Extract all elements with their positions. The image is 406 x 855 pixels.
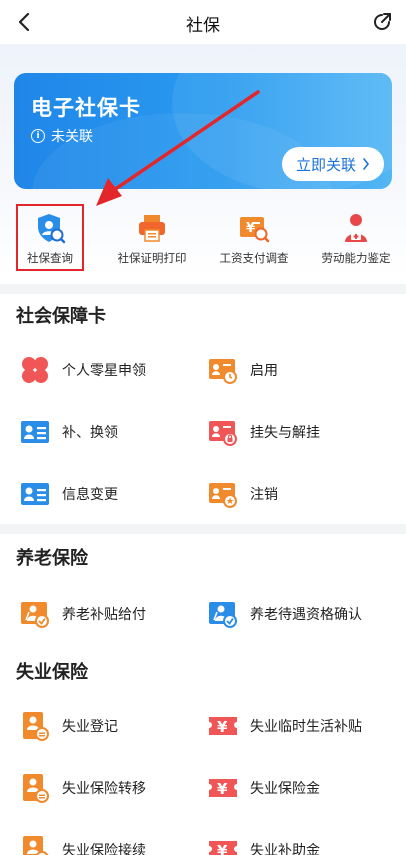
service-cancel[interactable]: 注销: [208, 476, 278, 512]
section-divider: [0, 284, 406, 294]
quick-label: 劳动能力鉴定: [321, 251, 391, 265]
service-unemployment-register[interactable]: 失业登记: [20, 708, 118, 744]
printer-icon: [139, 215, 165, 242]
card-clock-icon: [209, 359, 237, 384]
card-lock-icon: [209, 421, 237, 446]
quick-certificate-print[interactable]: 社保证明打印: [102, 200, 202, 276]
card-title: 电子社保卡: [31, 96, 141, 120]
person-doc-icon: [23, 712, 49, 741]
service-activate[interactable]: 启用: [208, 352, 278, 388]
elder-verify-icon: [209, 602, 237, 628]
highlight-box: [16, 204, 84, 271]
elder-check-icon: [21, 602, 49, 628]
medical-person-icon: [345, 214, 367, 242]
section-divider: [0, 524, 406, 534]
service-label: 失业登记: [62, 719, 118, 735]
svg-text:¥: ¥: [217, 780, 228, 798]
quick-label: 社保证明打印: [117, 251, 187, 265]
card-status: i 未关联: [31, 126, 93, 146]
svg-text:¥: ¥: [217, 718, 228, 736]
service-label: 补、换领: [62, 425, 118, 441]
quick-label: 工资支付调查: [219, 251, 289, 265]
service-label: 失业补助金: [250, 843, 320, 855]
section-title-social-security-card: 社会保障卡: [16, 306, 106, 327]
e-social-security-card[interactable]: 电子社保卡 i 未关联 立即关联: [14, 73, 392, 189]
service-label: 失业保险接续: [62, 843, 146, 855]
service-label: 个人零星申领: [62, 363, 146, 379]
service-personal-apply[interactable]: 个人零星申领: [20, 352, 146, 388]
service-reissue[interactable]: 补、换领: [20, 414, 118, 450]
service-info-change[interactable]: 信息变更: [20, 476, 118, 512]
chevron-right-icon: [363, 158, 370, 170]
service-label: 注销: [250, 487, 278, 503]
person-doc-icon: [23, 836, 49, 855]
yen-ticket-icon: ¥: [209, 779, 237, 798]
section-title-unemployment-insurance: 失业保险: [16, 662, 88, 683]
service-unemployment-benefit[interactable]: ¥ 失业保险金: [208, 770, 320, 806]
service-unemployment-transfer[interactable]: 失业保险转移: [20, 770, 146, 806]
service-label: 挂失与解挂: [250, 425, 320, 441]
service-report-loss[interactable]: 挂失与解挂: [208, 414, 320, 450]
service-pension-verify[interactable]: 养老待遇资格确认: [208, 596, 362, 632]
link-now-label: 立即关联: [295, 155, 356, 174]
link-now-button[interactable]: 立即关联: [282, 147, 384, 181]
card-cancel-icon: [209, 483, 237, 508]
service-label: 失业保险金: [250, 781, 320, 797]
share-icon: [374, 13, 391, 30]
service-label: 养老待遇资格确认: [250, 607, 362, 623]
service-label: 信息变更: [62, 487, 118, 503]
service-unemployment-continue[interactable]: 失业保险接续: [20, 832, 146, 855]
service-label: 失业保险转移: [62, 781, 146, 797]
service-temp-living-subsidy[interactable]: ¥ 失业临时生活补贴: [208, 708, 362, 744]
service-label: 养老补贴给付: [62, 607, 146, 623]
page-title: 社保: [186, 16, 220, 36]
yen-ticket-icon: ¥: [209, 841, 237, 855]
section-title-pension-insurance: 养老保险: [16, 548, 88, 569]
share-button[interactable]: [368, 8, 396, 36]
quick-work-ability-assessment[interactable]: 劳动能力鉴定: [306, 200, 406, 276]
service-pension-subsidy[interactable]: 养老补贴给付: [20, 596, 146, 632]
person-doc-icon: [23, 774, 49, 803]
service-label: 启用: [250, 363, 278, 379]
yen-ticket-icon: ¥: [209, 717, 237, 736]
petals-icon: [22, 357, 48, 383]
id-card-icon: [21, 483, 49, 505]
payment-search-icon: ¥: [240, 217, 270, 243]
svg-text:¥: ¥: [217, 842, 228, 855]
quick-wage-survey[interactable]: ¥ 工资支付调查: [204, 200, 304, 276]
card-status-text: 未关联: [51, 129, 93, 145]
header-bar: 社保: [0, 0, 406, 44]
id-card-icon: [21, 421, 49, 443]
service-unemployment-grant[interactable]: ¥ 失业补助金: [208, 832, 320, 855]
info-icon: i: [31, 129, 45, 143]
service-label: 失业临时生活补贴: [250, 719, 362, 735]
